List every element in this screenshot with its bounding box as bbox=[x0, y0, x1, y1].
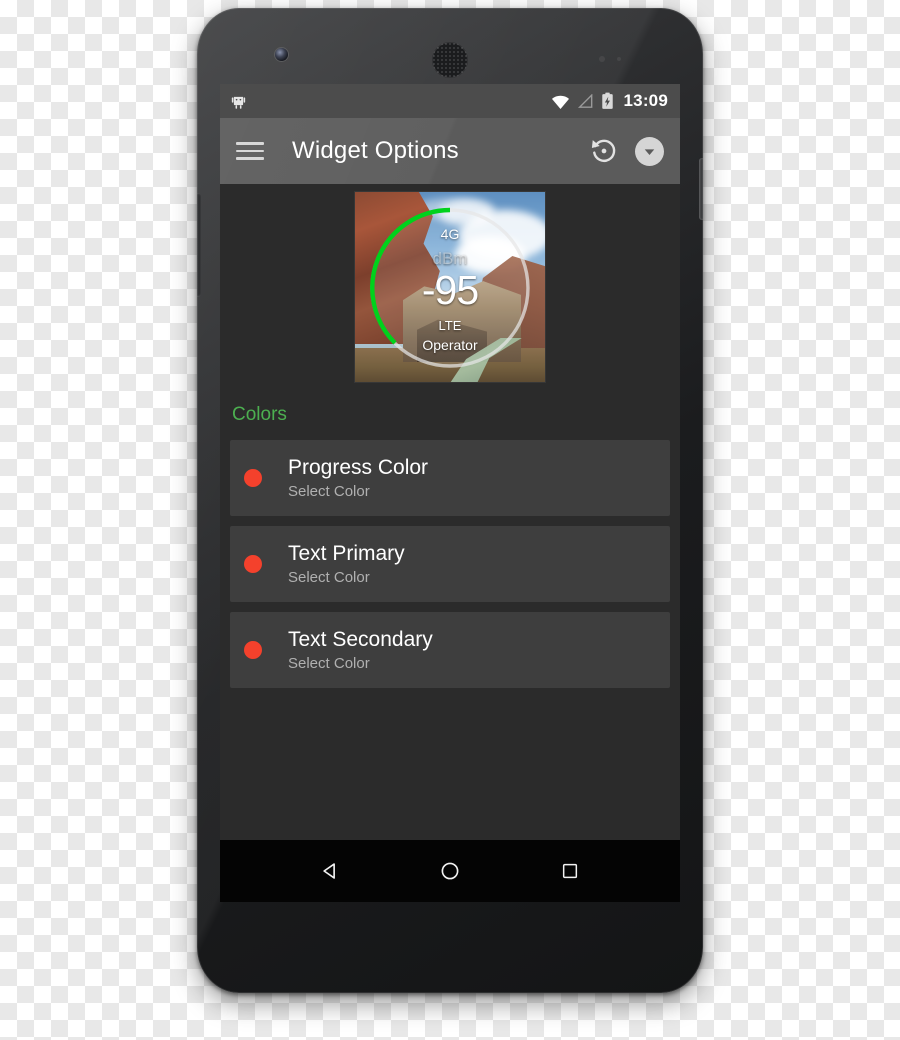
power-button[interactable] bbox=[699, 158, 703, 220]
list-item-progress-color[interactable]: Progress Color Select Color bbox=[230, 440, 670, 516]
home-circle-icon bbox=[441, 862, 459, 880]
cellular-signal-icon bbox=[577, 93, 592, 108]
status-bar-system-icons: 13:09 bbox=[551, 91, 668, 111]
volume-rocker-button[interactable] bbox=[197, 193, 201, 297]
toolbar-actions bbox=[589, 136, 664, 166]
app-toolbar: Widget Options bbox=[220, 118, 680, 184]
widget-preview-container: 4G dBm -95 LTE Operator bbox=[220, 184, 680, 388]
hamburger-menu-icon[interactable] bbox=[236, 134, 270, 168]
proximity-sensor bbox=[599, 56, 605, 62]
color-swatch-icon bbox=[244, 469, 262, 487]
color-swatch-icon bbox=[244, 641, 262, 659]
home-button[interactable] bbox=[433, 854, 467, 888]
list-item-text-primary[interactable]: Text Primary Select Color bbox=[230, 526, 670, 602]
restore-history-icon[interactable] bbox=[589, 136, 619, 166]
phone-screen: 13:09 Widget Options 4G dBm -95 LTE Oper… bbox=[220, 84, 680, 902]
hamburger-line bbox=[236, 157, 264, 160]
hamburger-line bbox=[236, 149, 264, 153]
status-bar-notifications bbox=[230, 93, 247, 110]
chevron-down-icon[interactable] bbox=[635, 136, 664, 166]
list-item-title: Text Secondary bbox=[288, 627, 433, 651]
list-item-text: Progress Color Select Color bbox=[288, 456, 428, 500]
settings-content: 4G dBm -95 LTE Operator Colors Progress … bbox=[220, 184, 680, 840]
wifi-icon bbox=[551, 95, 569, 109]
section-header-colors: Colors bbox=[232, 404, 287, 425]
back-triangle-icon bbox=[323, 863, 335, 879]
phone-device: 13:09 Widget Options 4G dBm -95 LTE Oper… bbox=[197, 8, 703, 993]
list-item-title: Text Primary bbox=[288, 541, 405, 565]
hamburger-line bbox=[236, 142, 264, 145]
list-item-title: Progress Color bbox=[288, 455, 429, 479]
android-droid-icon bbox=[231, 96, 246, 109]
widget-preview[interactable]: 4G dBm -95 LTE Operator bbox=[355, 192, 545, 382]
earpiece-speaker bbox=[432, 42, 468, 78]
status-bar-clock: 13:09 bbox=[623, 91, 668, 110]
page-title: Widget Options bbox=[292, 137, 459, 164]
back-button[interactable] bbox=[313, 854, 347, 888]
list-item-text: Text Secondary Select Color bbox=[288, 628, 433, 672]
list-item-text-secondary[interactable]: Text Secondary Select Color bbox=[230, 612, 670, 688]
light-sensor bbox=[617, 57, 621, 61]
signal-gauge bbox=[370, 207, 530, 368]
page-root: 13:09 Widget Options 4G dBm -95 LTE Oper… bbox=[0, 0, 900, 1040]
color-swatch-icon bbox=[244, 555, 262, 573]
front-camera bbox=[275, 48, 288, 61]
list-item-subtitle: Select Color bbox=[288, 655, 370, 673]
list-item-subtitle: Select Color bbox=[288, 483, 370, 501]
list-item-text: Text Primary Select Color bbox=[288, 542, 405, 586]
chevron-down-glyph bbox=[644, 148, 655, 155]
recents-button[interactable] bbox=[553, 854, 587, 888]
android-navigation-bar bbox=[220, 840, 680, 902]
battery-charging-icon bbox=[601, 92, 613, 109]
color-settings-list: Progress Color Select Color Text Primary… bbox=[220, 440, 680, 688]
status-bar: 13:09 bbox=[220, 84, 680, 118]
recents-square-icon bbox=[562, 863, 578, 879]
list-item-subtitle: Select Color bbox=[288, 569, 370, 587]
